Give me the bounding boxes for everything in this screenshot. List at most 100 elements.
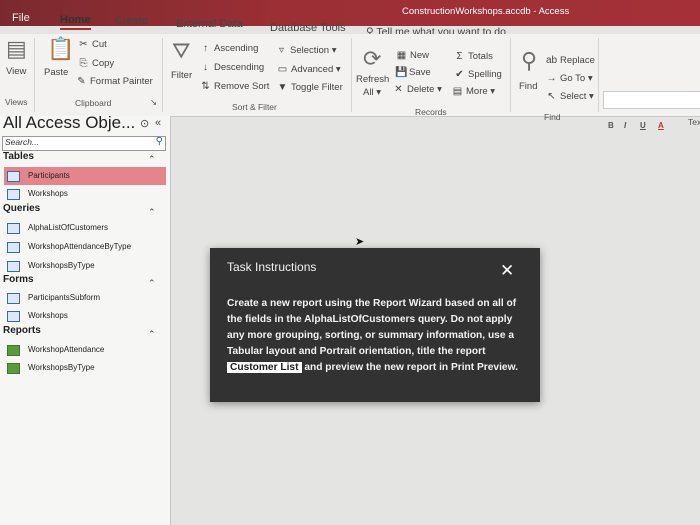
dialog-body: Create a new report using the Report Wiz… xyxy=(227,296,527,376)
descending-button[interactable]: ↓ Descending xyxy=(200,62,264,73)
table-icon xyxy=(7,189,20,200)
save-record-button[interactable]: 💾 Save xyxy=(395,67,431,78)
text-format-group-label: Tex xyxy=(688,117,700,127)
query-icon xyxy=(7,223,20,234)
chevron-up-icon[interactable]: ⌃ xyxy=(148,278,156,289)
tab-external-data[interactable]: External Data xyxy=(176,18,243,30)
tab-create[interactable]: Create xyxy=(115,15,148,27)
spelling-check-icon: ✔ xyxy=(455,69,464,80)
query-icon xyxy=(7,242,20,253)
paste-icon[interactable]: 📋 xyxy=(47,36,74,62)
sort-filter-group-label: Sort & Filter xyxy=(232,102,277,112)
find-icon[interactable]: ⚲ xyxy=(521,48,537,74)
list-item[interactable]: WorkshopsByType xyxy=(4,359,166,377)
report-icon xyxy=(7,363,20,374)
list-item[interactable]: WorkshopsByType xyxy=(4,257,166,275)
table-icon xyxy=(7,171,20,182)
refresh-all-dropdown[interactable]: All ▾ xyxy=(363,87,381,98)
ribbon-tabs: File Home Create External Data Database … xyxy=(0,10,700,38)
scissors-icon: ✂ xyxy=(79,39,88,50)
refresh-all-button[interactable]: Refresh xyxy=(356,74,389,85)
records-group-label: Records xyxy=(415,107,447,117)
remove-sort-button[interactable]: ⇅ Remove Sort xyxy=(200,81,269,92)
format-painter-button[interactable]: ✎ Format Painter xyxy=(76,76,153,87)
instruction-text: Create a new report using the Report Wiz… xyxy=(227,298,517,357)
list-item[interactable]: AlphaListOfCustomers xyxy=(4,219,166,237)
new-record-icon: ▦ xyxy=(396,50,407,61)
clipboard-group-label: Clipboard xyxy=(75,98,112,108)
delete-icon: ✕ xyxy=(394,84,403,95)
ascending-button[interactable]: ↑ Ascending xyxy=(200,43,258,54)
more-button[interactable]: ▤ More ▾ xyxy=(452,86,495,97)
list-item[interactable]: ParticipantsSubform xyxy=(4,289,166,307)
advanced-button[interactable]: ▭ Advanced ▾ xyxy=(277,64,341,75)
nav-search-input[interactable]: Search... ⚲ xyxy=(2,136,166,151)
tab-file[interactable]: File xyxy=(12,12,30,24)
list-item[interactable]: Workshops xyxy=(4,307,166,325)
font-color-button[interactable]: A xyxy=(658,121,664,130)
find-group-label: Find xyxy=(544,112,561,122)
list-item[interactable]: WorkshopAttendance xyxy=(4,341,166,359)
sort-ascending-icon: ↑ xyxy=(203,43,208,54)
sigma-icon: Σ xyxy=(456,51,463,62)
group-header-queries[interactable]: Queries xyxy=(3,203,40,214)
chevron-up-icon[interactable]: ⌃ xyxy=(148,207,156,218)
close-icon[interactable]: ✕ xyxy=(500,261,514,281)
chevron-up-icon[interactable]: ⌃ xyxy=(148,154,156,165)
list-item[interactable]: Workshops xyxy=(4,185,166,203)
search-icon[interactable]: ⚲ xyxy=(156,136,163,147)
search-placeholder: Search... xyxy=(5,137,40,147)
list-item[interactable]: Participants xyxy=(4,167,166,185)
paste-button[interactable]: Paste xyxy=(44,67,68,78)
ribbon: ▤ View Views 📋 Paste ✂ Cut ⎘ Copy ✎ Format … xyxy=(0,34,700,130)
paintbrush-icon: ✎ xyxy=(77,76,86,87)
refresh-icon[interactable]: ⟳ xyxy=(363,46,381,72)
toggle-filter-button[interactable]: ▼ Toggle Filter xyxy=(277,82,343,93)
bold-button[interactable]: B xyxy=(608,121,614,130)
copy-icon: ⎘ xyxy=(79,58,88,69)
nav-menu-dropdown-icon[interactable]: ⊙ xyxy=(140,117,149,130)
nav-pane-title[interactable]: All Access Obje... xyxy=(3,113,135,133)
arrow-right-icon: → xyxy=(546,73,557,84)
filter-icon[interactable]: ⛛ xyxy=(172,38,190,64)
view-icon[interactable]: ▤ xyxy=(6,36,27,62)
font-name-box[interactable] xyxy=(603,91,700,109)
chevron-up-icon[interactable]: ⌃ xyxy=(148,329,156,340)
replace-button[interactable]: ab Replace xyxy=(546,55,595,66)
clipboard-launcher-icon[interactable]: ↘ xyxy=(150,97,157,108)
select-button[interactable]: ↖ Select ▾ xyxy=(546,91,594,102)
divider xyxy=(510,38,511,112)
spelling-button[interactable]: ✔ Spelling xyxy=(454,69,502,80)
form-icon xyxy=(7,293,20,304)
totals-button[interactable]: Σ Totals xyxy=(454,51,492,62)
underline-button[interactable]: U xyxy=(640,121,646,130)
group-header-reports[interactable]: Reports xyxy=(3,325,41,336)
dialog-title: Task Instructions xyxy=(227,260,317,274)
tab-database-tools[interactable]: Database Tools xyxy=(270,22,346,34)
report-icon xyxy=(7,345,20,356)
views-group-label: Views xyxy=(5,97,28,107)
collapse-pane-icon[interactable]: « xyxy=(155,117,161,129)
group-header-forms[interactable]: Forms xyxy=(3,274,34,285)
filter-button[interactable]: Filter xyxy=(171,70,192,81)
view-button[interactable]: View xyxy=(6,66,26,77)
cursor-select-icon: ↖ xyxy=(547,91,556,102)
new-record-button[interactable]: ▦ New xyxy=(396,50,429,61)
find-button[interactable]: Find xyxy=(519,81,537,92)
selection-button[interactable]: ▿ Selection ▾ xyxy=(276,45,337,56)
tab-home[interactable]: Home xyxy=(60,14,91,30)
list-item[interactable]: WorkshopAttendanceByType xyxy=(4,238,166,256)
divider xyxy=(598,38,599,112)
group-header-tables[interactable]: Tables xyxy=(3,151,34,162)
cut-button[interactable]: ✂ Cut xyxy=(78,39,107,50)
toggle-filter-icon: ▼ xyxy=(277,82,288,93)
italic-button[interactable]: I xyxy=(624,121,626,130)
advanced-filter-icon: ▭ xyxy=(277,64,288,75)
go-to-button[interactable]: → Go To ▾ xyxy=(546,73,593,84)
query-icon xyxy=(7,261,20,272)
delete-record-button[interactable]: ✕ Delete ▾ xyxy=(393,84,442,95)
divider xyxy=(162,38,163,112)
report-title-highlight: Customer List xyxy=(227,362,302,373)
copy-button[interactable]: ⎘ Copy xyxy=(78,58,115,69)
task-instructions-dialog: Task Instructions ✕ Create a new report … xyxy=(210,248,540,402)
